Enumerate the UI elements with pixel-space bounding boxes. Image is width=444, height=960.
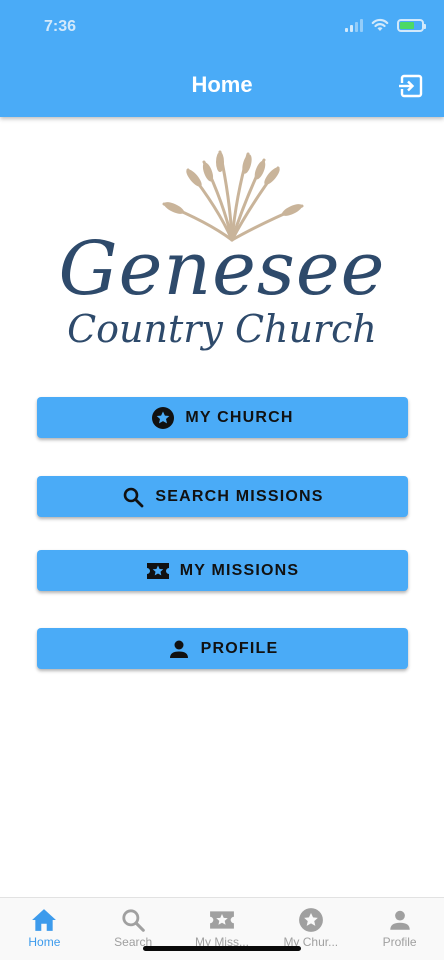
ticket-star-icon	[146, 562, 169, 579]
cellular-signal-icon	[345, 18, 363, 32]
star-circle-icon	[152, 406, 175, 429]
logout-button[interactable]	[398, 73, 424, 99]
profile-button[interactable]: PROFILE	[37, 628, 408, 669]
home-icon	[32, 909, 57, 931]
my-church-label: MY CHURCH	[185, 408, 294, 426]
person-icon	[169, 640, 188, 658]
my-church-button[interactable]: MY CHURCH	[37, 397, 408, 438]
tab-home-label: Home	[28, 935, 61, 949]
tab-profile[interactable]: Profile	[355, 898, 444, 960]
ticket-star-icon	[210, 911, 234, 929]
page-title: Home	[191, 72, 253, 97]
wifi-icon	[371, 18, 389, 31]
app-header: 7:36 Home	[0, 0, 444, 117]
church-logo: Genesee Country Church	[0, 140, 444, 360]
profile-label: PROFILE	[200, 639, 279, 657]
my-missions-button[interactable]: MY MISSIONS	[37, 550, 408, 591]
status-icons	[345, 18, 426, 32]
tab-home[interactable]: Home	[0, 898, 89, 960]
search-missions-label: SEARCH MISSIONS	[155, 487, 324, 505]
tab-profile-label: Profile	[382, 935, 417, 949]
status-time: 7:36	[44, 18, 77, 35]
battery-icon	[397, 18, 426, 32]
logout-icon	[398, 74, 423, 98]
star-circle-icon	[298, 908, 323, 932]
search-icon	[122, 909, 145, 932]
logo-subtitle: Country Church	[67, 307, 377, 351]
search-missions-button[interactable]: SEARCH MISSIONS	[37, 476, 408, 517]
search-icon	[124, 487, 144, 507]
my-missions-label: MY MISSIONS	[179, 561, 300, 579]
logo-title: Genesee	[58, 226, 386, 312]
home-indicator	[143, 946, 301, 951]
person-icon	[389, 910, 410, 930]
